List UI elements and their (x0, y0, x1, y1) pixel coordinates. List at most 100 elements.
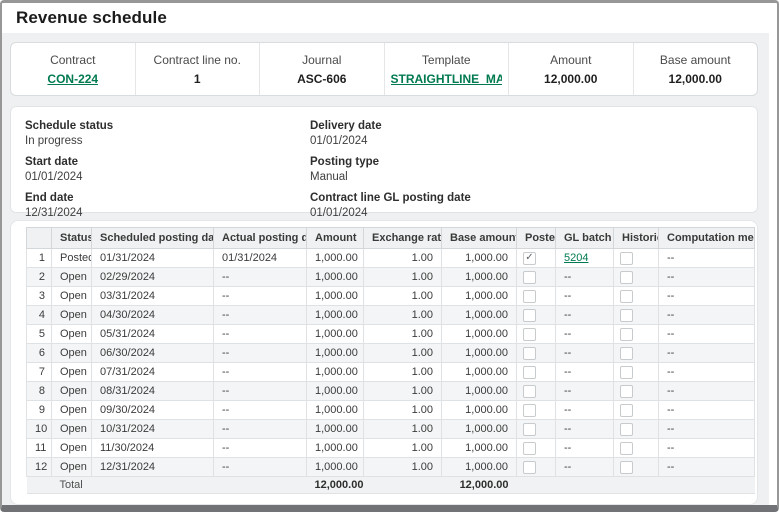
posted-cell (517, 306, 556, 325)
actual-posting-date-cell: -- (214, 439, 307, 458)
computation-memo-cell: -- (659, 287, 755, 306)
row-number-cell: 7 (27, 363, 52, 382)
status-cell: Open (52, 382, 92, 401)
computation-memo-cell: -- (659, 249, 755, 268)
base-amount-cell: 1,000.00 (442, 287, 517, 306)
historical-checkbox[interactable] (620, 385, 633, 398)
gl-batch-cell: -- (556, 363, 614, 382)
journal-label: Journal (302, 53, 341, 67)
historical-cell (614, 363, 659, 382)
page-title: Revenue schedule (16, 8, 167, 28)
historical-cell (614, 325, 659, 344)
total-label: Total (52, 477, 92, 494)
posted-checkbox[interactable] (523, 309, 536, 322)
scheduled-posting-date-cell: 08/31/2024 (92, 382, 214, 401)
historical-checkbox[interactable] (620, 347, 633, 360)
historical-checkbox[interactable] (620, 271, 633, 284)
base-amount-cell: 1,000.00 (442, 344, 517, 363)
gl-batch-cell: -- (556, 287, 614, 306)
end-date-label: End date (25, 192, 310, 204)
historical-checkbox[interactable] (620, 290, 633, 303)
details-right-column: Delivery date 01/01/2024 Posting type Ma… (310, 120, 757, 212)
delivery-date-label: Delivery date (310, 120, 757, 132)
historical-checkbox[interactable] (620, 404, 633, 417)
posted-checkbox[interactable] (523, 290, 536, 303)
summary-field-contract-line-no: Contract line no. 1 (135, 43, 260, 95)
posted-cell (517, 458, 556, 477)
col-header-row-number (27, 228, 52, 249)
amount-cell: 1,000.00 (307, 268, 364, 287)
schedule-status-label: Schedule status (25, 120, 310, 132)
historical-cell (614, 401, 659, 420)
status-cell: Open (52, 439, 92, 458)
row-number-cell: 8 (27, 382, 52, 401)
historical-checkbox[interactable] (620, 461, 633, 474)
gl-batch-link[interactable]: 5204 (564, 252, 588, 264)
posted-checkbox[interactable] (523, 385, 536, 398)
posted-checkbox[interactable] (523, 347, 536, 360)
historical-cell (614, 306, 659, 325)
historical-cell (614, 382, 659, 401)
amount-cell: 1,000.00 (307, 325, 364, 344)
title-bar: Revenue schedule (2, 3, 777, 33)
posted-checkbox[interactable]: ✓ (523, 252, 536, 265)
exchange-rate-cell: 1.00 (364, 306, 442, 325)
details-panel: Schedule status In progress Start date 0… (10, 106, 758, 213)
posted-checkbox[interactable] (523, 423, 536, 436)
row-number-cell: 5 (27, 325, 52, 344)
base-amount-cell: 1,000.00 (442, 363, 517, 382)
computation-memo-cell: -- (659, 401, 755, 420)
row-number-cell: 4 (27, 306, 52, 325)
historical-checkbox[interactable] (620, 309, 633, 322)
row-number-cell: 2 (27, 268, 52, 287)
total-base-amount: 12,000.00 (442, 477, 517, 494)
col-header-exchange-rate: Exchange rate (364, 228, 442, 249)
scrollbar-track[interactable] (769, 33, 777, 505)
exchange-rate-cell: 1.00 (364, 325, 442, 344)
status-cell: Open (52, 458, 92, 477)
historical-checkbox[interactable] (620, 423, 633, 436)
table-body: 1Posted01/31/202401/31/20241,000.001.001… (27, 249, 755, 477)
total-amount: 12,000.00 (307, 477, 364, 494)
gl-batch-cell: -- (556, 420, 614, 439)
exchange-rate-cell: 1.00 (364, 287, 442, 306)
amount-cell: 1,000.00 (307, 439, 364, 458)
template-link[interactable]: STRAIGHTLINE_MANUA (391, 72, 503, 86)
scheduled-posting-date-cell: 12/31/2024 (92, 458, 214, 477)
historical-cell (614, 458, 659, 477)
historical-checkbox[interactable] (620, 442, 633, 455)
historical-checkbox[interactable] (620, 252, 633, 265)
computation-memo-cell: -- (659, 420, 755, 439)
historical-checkbox[interactable] (620, 366, 633, 379)
computation-memo-cell: -- (659, 344, 755, 363)
table-row: 12Open12/31/2024--1,000.001.001,000.00--… (27, 458, 755, 477)
col-header-computation-memo: Computation memo (659, 228, 755, 249)
posted-checkbox[interactable] (523, 271, 536, 284)
amount-cell: 1,000.00 (307, 420, 364, 439)
exchange-rate-cell: 1.00 (364, 420, 442, 439)
col-header-historical: Historical (614, 228, 659, 249)
contract-line-no-label: Contract line no. (154, 53, 241, 67)
exchange-rate-cell: 1.00 (364, 363, 442, 382)
computation-memo-cell: -- (659, 306, 755, 325)
status-cell: Open (52, 401, 92, 420)
field-posting-type: Posting type Manual (310, 156, 757, 183)
base-amount-cell: 1,000.00 (442, 458, 517, 477)
posted-cell (517, 344, 556, 363)
posted-checkbox[interactable] (523, 461, 536, 474)
gl-batch-cell: -- (556, 306, 614, 325)
exchange-rate-cell: 1.00 (364, 439, 442, 458)
field-start-date: Start date 01/01/2024 (25, 156, 310, 183)
posted-checkbox[interactable] (523, 404, 536, 417)
historical-checkbox[interactable] (620, 328, 633, 341)
posted-checkbox[interactable] (523, 442, 536, 455)
col-header-status: Status (52, 228, 92, 249)
posted-checkbox[interactable] (523, 366, 536, 379)
actual-posting-date-cell: -- (214, 382, 307, 401)
content-area: Contract CON-224 Contract line no. 1 Jou… (2, 33, 777, 505)
table-row: 6Open06/30/2024--1,000.001.001,000.00---… (27, 344, 755, 363)
posted-checkbox[interactable] (523, 328, 536, 341)
actual-posting-date-cell: -- (214, 401, 307, 420)
contract-link[interactable]: CON-224 (47, 72, 98, 86)
field-schedule-status: Schedule status In progress (25, 120, 310, 147)
